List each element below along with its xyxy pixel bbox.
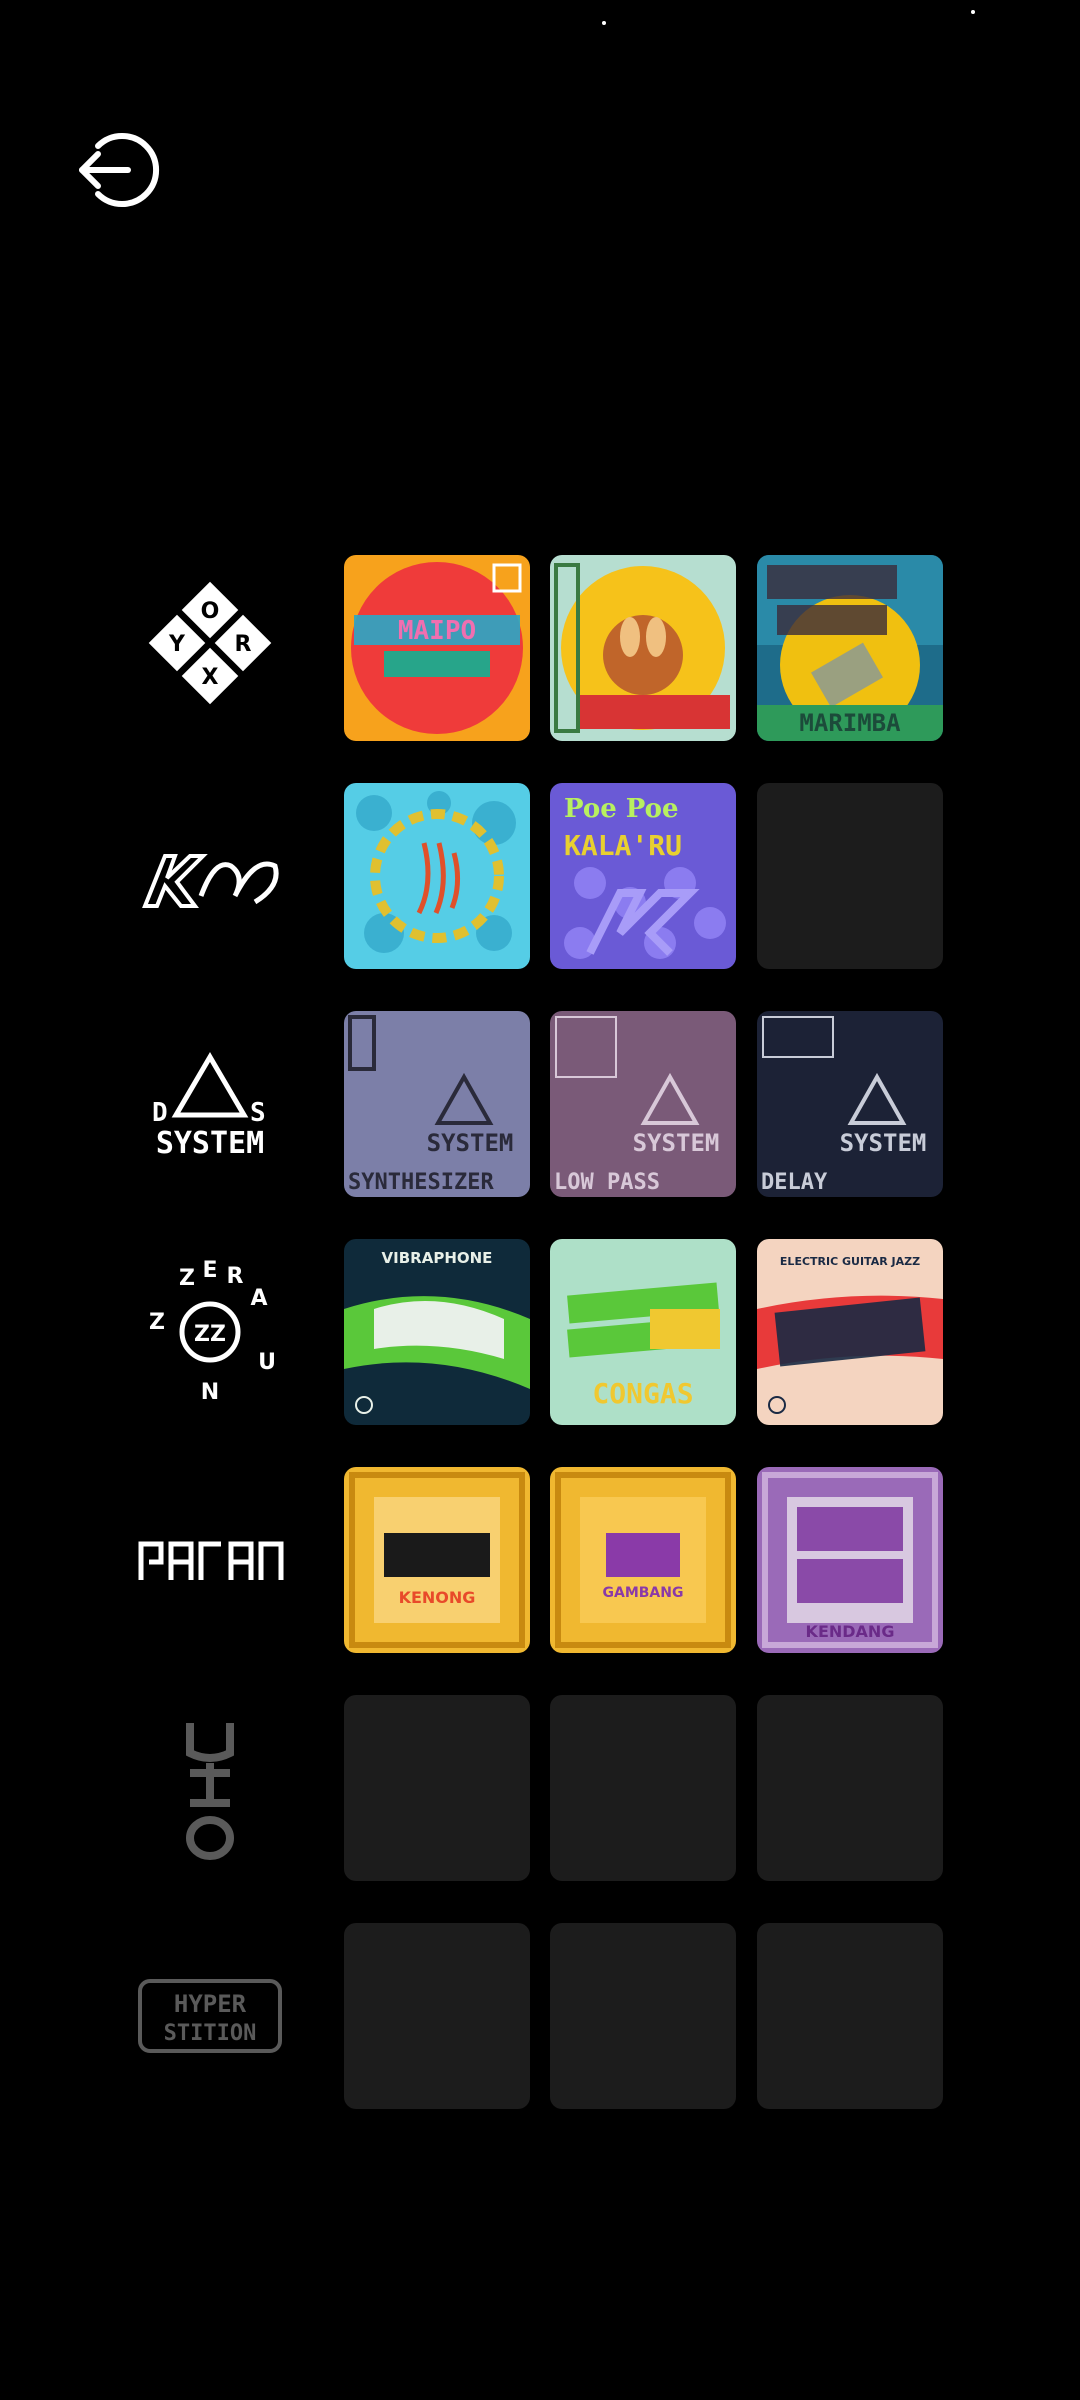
pack-row-kaelo: Poe Poe KALA'RU (0, 783, 1080, 969)
sound-tile-kaelo-2[interactable]: Poe Poe KALA'RU (550, 783, 736, 969)
zeraun-letter: N (201, 1380, 219, 1405)
kaelo-logo[interactable] (130, 803, 290, 949)
sound-tile-gamelan-3[interactable]: KENDANG (757, 1467, 943, 1653)
hyperstition-logo[interactable]: HYPER STITION (130, 1943, 290, 2089)
tile-title: DELAY (761, 1170, 828, 1195)
sound-tile-gamelan-1[interactable]: KENONG (344, 1467, 530, 1653)
pack-row-gamelan: KENONG GAMBANG KENDANG (0, 1467, 1080, 1653)
zeraun-letter: R (227, 1264, 244, 1289)
tile-title: LOW PASS (554, 1170, 660, 1195)
zeraun-letter: Z (179, 1266, 195, 1291)
pack-row-zeraun: ZZ Z E R A U N Z VIBRAPHONE CONGAS ELECT… (0, 1239, 1080, 1425)
sound-tile-empty[interactable] (550, 1695, 736, 1881)
hyperstition-word-2: STITION (164, 2021, 257, 2046)
sound-tile-zeraun-2[interactable]: CONGAS (550, 1239, 736, 1425)
pack-row-ds-system: D S SYSTEM SYSTEM SYNTHESIZER SYSTEM LOW… (0, 1011, 1080, 1197)
zeraun-letter: Z (149, 1310, 165, 1335)
logout-arrow-icon (79, 133, 159, 207)
pack-row-hyperstition: HYPER STITION (0, 1923, 1080, 2109)
sound-tile-kaelo-1[interactable] (344, 783, 530, 969)
zeraun-logo[interactable]: ZZ Z E R A U N Z (130, 1259, 290, 1405)
tile-title: ELECTRIC GUITAR JAZZ (780, 1255, 920, 1268)
oryx-letter-y: Y (168, 632, 186, 657)
ds-letter-s: S (250, 1098, 266, 1128)
pack-row-locked-1 (0, 1695, 1080, 1881)
tile-title: VIBRAPHONE (382, 1249, 493, 1267)
tile-title: KENONG (399, 1588, 476, 1607)
zeraun-letter: A (250, 1286, 267, 1311)
sound-tile-gamelan-2[interactable]: GAMBANG (550, 1467, 736, 1653)
ds-system-word: SYSTEM (156, 1126, 264, 1159)
sound-tile-empty[interactable] (344, 1695, 530, 1881)
back-button[interactable] (74, 132, 162, 208)
tile-title: KENDANG (806, 1622, 895, 1641)
ds-letter-d: D (152, 1098, 168, 1128)
sound-tile-zeraun-1[interactable]: VIBRAPHONE (344, 1239, 530, 1425)
sound-tile-zeraun-3[interactable]: ELECTRIC GUITAR JAZZ (757, 1239, 943, 1425)
tile-system-word: SYSTEM (840, 1129, 927, 1157)
ds-system-logo[interactable]: D S SYSTEM (130, 1031, 290, 1177)
pack-row-oryx: O R Y X MAIPO MARIMBA (0, 555, 1080, 741)
oryx-letter-o: O (201, 599, 220, 624)
sound-tile-ds-2[interactable]: SYSTEM LOW PASS (550, 1011, 736, 1197)
zeraun-letter: E (202, 1259, 217, 1283)
tile-title: GAMBANG (603, 1585, 684, 1601)
sound-tile-empty[interactable] (757, 1923, 943, 2109)
sound-tile-empty[interactable] (757, 1695, 943, 1881)
sound-tile-ds-1[interactable]: SYSTEM SYNTHESIZER (344, 1011, 530, 1197)
tile-system-word: SYSTEM (427, 1129, 514, 1157)
zeraun-letter: U (258, 1350, 276, 1375)
sound-tile-oryx-2[interactable] (550, 555, 736, 741)
tile-system-word: SYSTEM (633, 1129, 720, 1157)
sound-tile-ds-3[interactable]: SYSTEM DELAY (757, 1011, 943, 1197)
tile-title: MAIPO (398, 616, 476, 646)
gamelan-logo[interactable] (130, 1487, 290, 1633)
locked-pack-logo[interactable] (130, 1715, 290, 1861)
sound-tile-empty[interactable] (344, 1923, 530, 2109)
sound-tile-oryx-1[interactable]: MAIPO (344, 555, 530, 741)
hyperstition-word-1: HYPER (174, 1990, 247, 2018)
svg-text:ZZ: ZZ (194, 1322, 226, 1347)
sound-tile-empty[interactable] (550, 1923, 736, 2109)
oryx-letter-r: R (235, 632, 252, 657)
status-dot (602, 21, 606, 25)
tile-title: MARIMBA (799, 709, 901, 737)
sound-tile-empty[interactable] (757, 783, 943, 969)
oryx-letter-x: X (202, 665, 219, 690)
sound-tile-oryx-3[interactable]: MARIMBA (757, 555, 943, 741)
tile-subtitle: KALA'RU (564, 829, 682, 862)
oryx-logo[interactable]: O R Y X (130, 575, 290, 721)
tile-title: SYNTHESIZER (348, 1170, 494, 1195)
tile-title: CONGAS (592, 1377, 693, 1410)
tile-title: Poe Poe (564, 794, 679, 824)
status-dot (971, 10, 975, 14)
